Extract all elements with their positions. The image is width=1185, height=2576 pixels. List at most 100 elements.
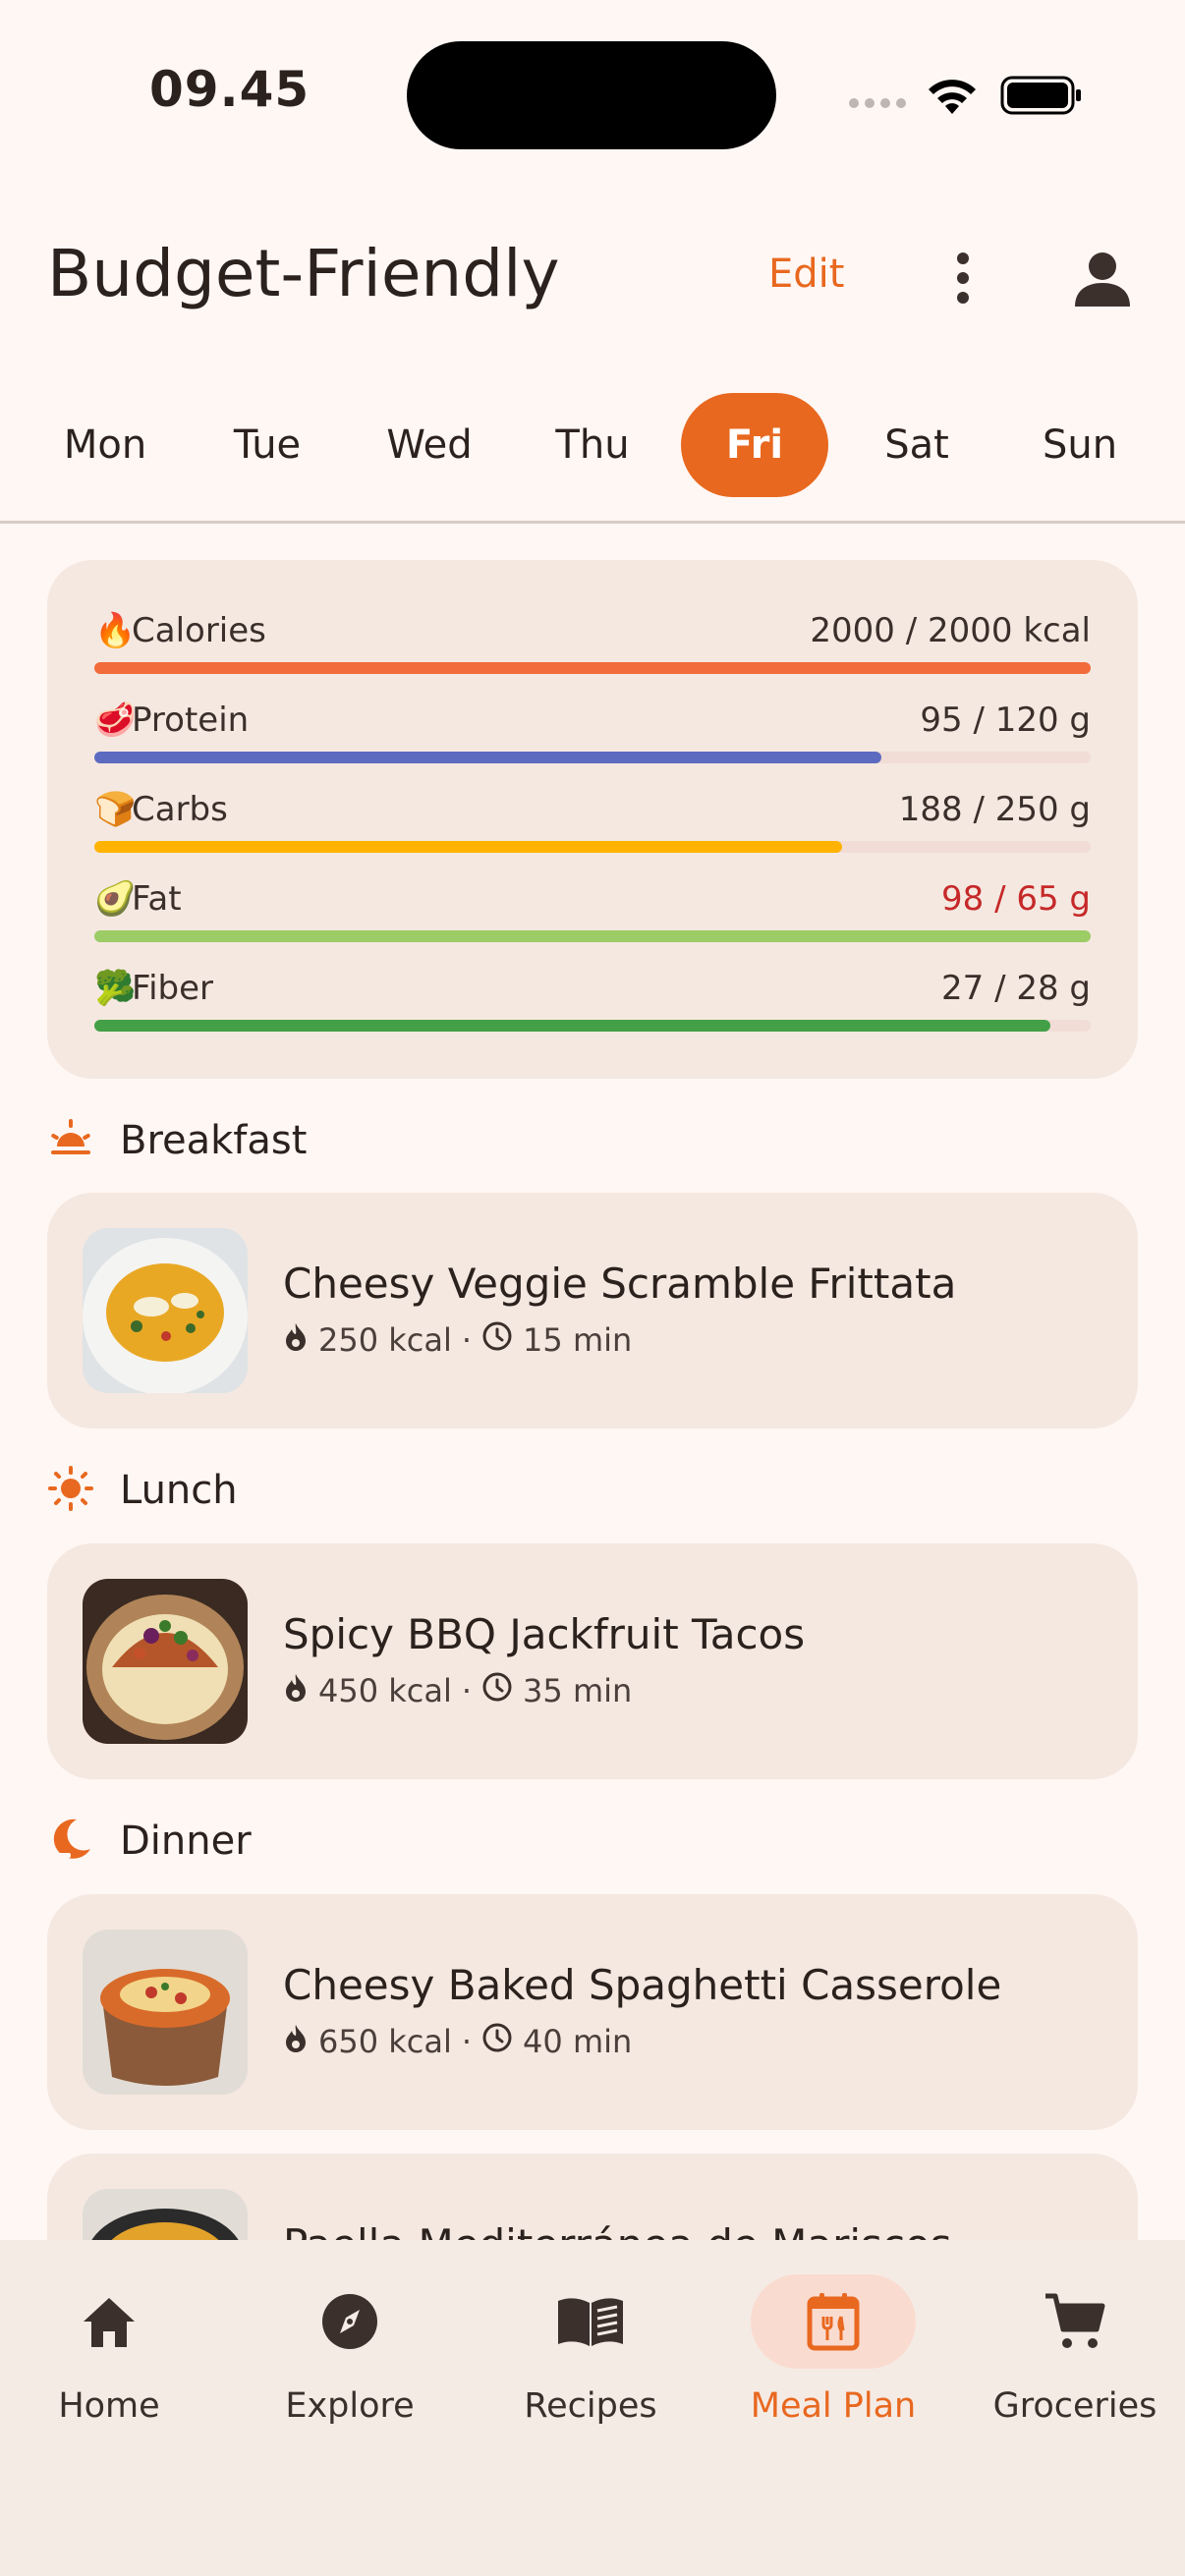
clock-icon bbox=[481, 2022, 513, 2061]
nutrient-label: Fiber bbox=[132, 969, 214, 1008]
nav-label: Meal Plan bbox=[750, 2386, 917, 2426]
compass-icon bbox=[267, 2274, 432, 2369]
progress-track bbox=[94, 752, 1091, 763]
progress-fill bbox=[94, 662, 1091, 674]
nutrition-row-calories: 🔥Calories 2000 / 2000 kcal bbox=[94, 611, 1091, 700]
progress-fill bbox=[94, 1020, 1051, 1032]
recipe-name: Spicy BBQ Jackfruit Tacos bbox=[283, 1610, 806, 1658]
section-label: Lunch bbox=[120, 1468, 238, 1513]
recipe-image bbox=[83, 1930, 248, 2095]
flame-icon bbox=[283, 1321, 309, 1359]
recipe-image bbox=[83, 1228, 248, 1393]
progress-track bbox=[94, 841, 1091, 853]
sun-icon bbox=[47, 1465, 94, 1516]
nav-item-home[interactable]: Home bbox=[1, 2274, 217, 2426]
nutrient-label: Carbs bbox=[132, 790, 228, 829]
section-label: Dinner bbox=[120, 1819, 252, 1864]
bottom-navigation: Home Explore Recipes Meal Plan Groceries bbox=[0, 2240, 1185, 2576]
day-tab-fri[interactable]: Fri bbox=[681, 393, 828, 497]
time-text: 35 min bbox=[523, 1672, 633, 1709]
recipe-image bbox=[83, 1579, 248, 1744]
home-icon bbox=[27, 2274, 192, 2369]
day-tab-sun[interactable]: Sun bbox=[1006, 393, 1154, 497]
day-tab-sat[interactable]: Sat bbox=[843, 393, 990, 497]
nutrient-label: Fat bbox=[132, 879, 182, 919]
nav-label: Recipes bbox=[524, 2386, 657, 2426]
broccoli-emoji-icon: 🥦 bbox=[94, 969, 137, 1008]
section-label: Breakfast bbox=[120, 1118, 308, 1163]
time-text: 40 min bbox=[523, 2023, 633, 2060]
progress-track bbox=[94, 1020, 1091, 1032]
wifi-icon bbox=[926, 73, 979, 116]
more-options-icon[interactable] bbox=[938, 244, 988, 312]
progress-track bbox=[94, 662, 1091, 674]
nav-label: Explore bbox=[285, 2386, 415, 2426]
progress-track bbox=[94, 930, 1091, 942]
meta-separator: · bbox=[461, 1672, 473, 1709]
section-header-dinner: Dinner bbox=[47, 1812, 252, 1871]
nutrition-row-carbs: 🍞Carbs 188 / 250 g bbox=[94, 790, 1091, 878]
nav-item-recipes[interactable]: Recipes bbox=[482, 2274, 699, 2426]
progress-fill bbox=[94, 752, 882, 763]
nav-label: Groceries bbox=[992, 2386, 1157, 2426]
day-tab-wed[interactable]: Wed bbox=[356, 393, 503, 497]
nutrient-value: 2000 / 2000 kcal bbox=[810, 611, 1091, 650]
book-icon bbox=[508, 2274, 673, 2369]
meta-separator: · bbox=[461, 2023, 473, 2060]
nutrition-row-protein: 🥩Protein 95 / 120 g bbox=[94, 700, 1091, 789]
calories-text: 650 kcal bbox=[318, 2023, 452, 2060]
day-tab-tue[interactable]: Tue bbox=[194, 393, 341, 497]
time-text: 15 min bbox=[523, 1321, 633, 1359]
nutrition-summary-card: 🔥Calories 2000 / 2000 kcal 🥩Protein 95 /… bbox=[47, 560, 1138, 1079]
progress-fill bbox=[94, 841, 842, 853]
meat-emoji-icon: 🥩 bbox=[94, 700, 137, 740]
clock-icon bbox=[481, 1320, 513, 1360]
nutrient-value: 27 / 28 g bbox=[941, 969, 1091, 1008]
meal-card-lunch[interactable]: Spicy BBQ Jackfruit Tacos 450 kcal · 35 … bbox=[47, 1543, 1138, 1779]
nutrient-label: Protein bbox=[132, 700, 250, 740]
recipe-meta: 450 kcal · 35 min bbox=[283, 1671, 632, 1710]
avocado-emoji-icon: 🥑 bbox=[94, 879, 137, 919]
flame-icon bbox=[283, 2023, 309, 2060]
calendar-cutlery-icon bbox=[751, 2274, 916, 2369]
day-selector: Mon Tue Wed Thu Fri Sat Sun bbox=[0, 393, 1185, 497]
recipe-meta: 250 kcal · 15 min bbox=[283, 1320, 632, 1360]
meal-card-breakfast[interactable]: Cheesy Veggie Scramble Frittata 250 kcal… bbox=[47, 1193, 1138, 1428]
flame-icon bbox=[283, 1672, 309, 1709]
day-tab-mon[interactable]: Mon bbox=[31, 393, 179, 497]
divider bbox=[0, 521, 1185, 524]
status-time: 09.45 bbox=[149, 61, 310, 118]
page-title: Budget-Friendly bbox=[47, 236, 560, 311]
nutrient-value: 188 / 250 g bbox=[898, 790, 1091, 829]
meal-card-dinner[interactable]: Cheesy Baked Spaghetti Casserole 650 kca… bbox=[47, 1894, 1138, 2130]
nav-label: Home bbox=[58, 2386, 160, 2426]
meta-separator: · bbox=[461, 1321, 473, 1359]
calories-text: 450 kcal bbox=[318, 1672, 452, 1709]
signal-icon bbox=[849, 98, 906, 108]
cart-icon bbox=[992, 2274, 1157, 2369]
nav-item-meal-plan[interactable]: Meal Plan bbox=[725, 2274, 941, 2426]
battery-icon bbox=[1000, 75, 1083, 116]
recipe-name: Cheesy Baked Spaghetti Casserole bbox=[283, 1961, 1002, 2009]
sunrise-icon bbox=[47, 1115, 94, 1166]
progress-fill bbox=[94, 930, 1091, 942]
section-header-lunch: Lunch bbox=[47, 1461, 238, 1520]
nutrient-label: Calories bbox=[132, 611, 266, 650]
nutrient-value: 98 / 65 g bbox=[941, 879, 1091, 919]
recipe-name: Cheesy Veggie Scramble Frittata bbox=[283, 1260, 957, 1308]
clock-icon bbox=[481, 1671, 513, 1710]
bread-emoji-icon: 🍞 bbox=[94, 790, 137, 829]
edit-button[interactable]: Edit bbox=[768, 252, 844, 297]
recipe-meta: 650 kcal · 40 min bbox=[283, 2022, 632, 2061]
day-tab-thu[interactable]: Thu bbox=[519, 393, 666, 497]
fire-emoji-icon: 🔥 bbox=[94, 611, 137, 650]
nutrition-row-fat: 🥑Fat 98 / 65 g bbox=[94, 879, 1091, 968]
nutrient-value: 95 / 120 g bbox=[920, 700, 1091, 740]
nav-item-groceries[interactable]: Groceries bbox=[967, 2274, 1183, 2426]
calories-text: 250 kcal bbox=[318, 1321, 452, 1359]
nav-item-explore[interactable]: Explore bbox=[242, 2274, 458, 2426]
moon-icon bbox=[47, 1816, 94, 1867]
section-header-breakfast: Breakfast bbox=[47, 1111, 307, 1170]
profile-icon[interactable] bbox=[1071, 250, 1134, 308]
dynamic-island bbox=[407, 41, 776, 149]
